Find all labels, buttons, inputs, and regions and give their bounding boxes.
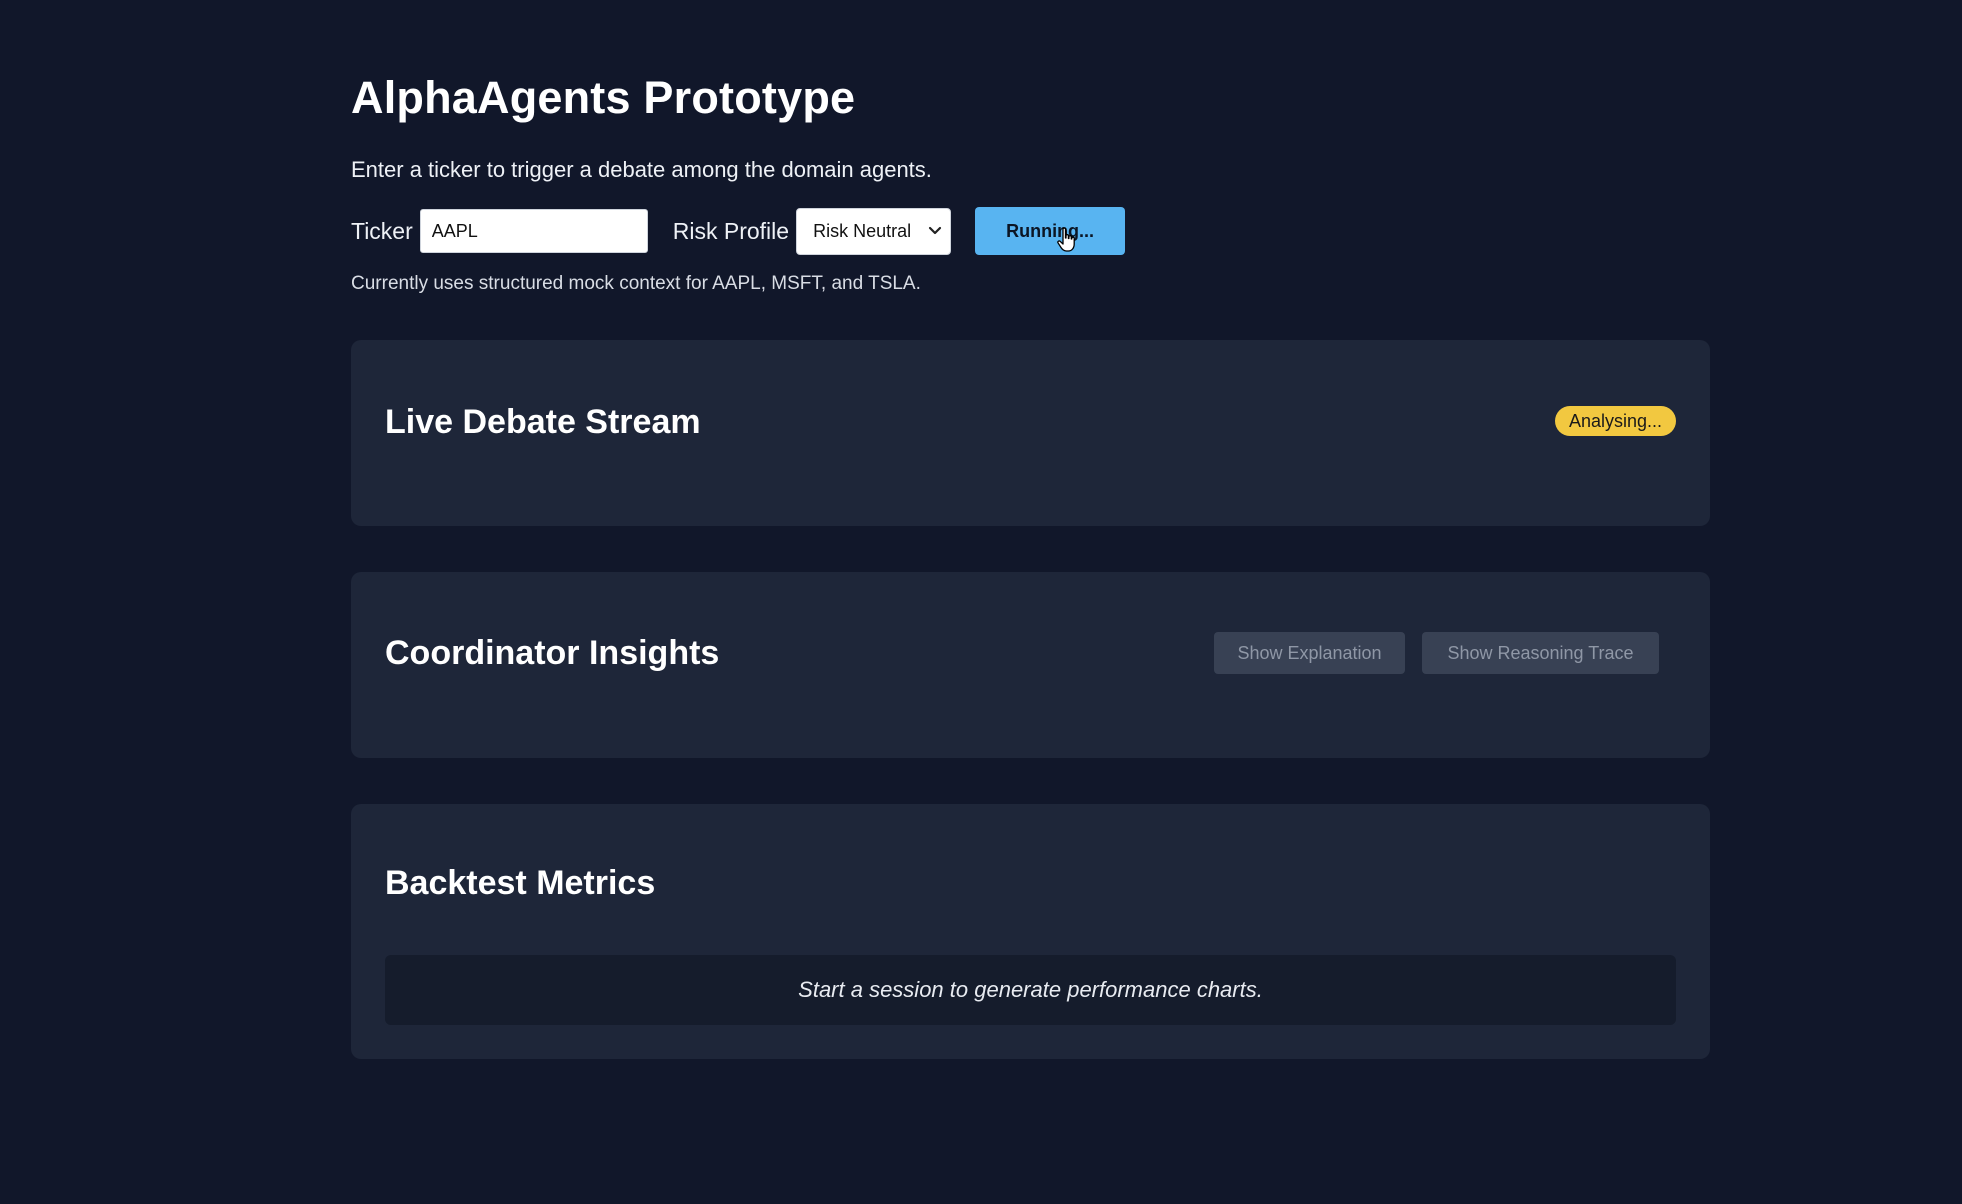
live-debate-panel: Live Debate Stream Analysing...	[351, 340, 1710, 526]
ticker-label: Ticker	[351, 217, 413, 244]
hand-pointer-icon	[1057, 227, 1075, 252]
risk-profile-selected-value: Risk Neutral	[813, 220, 912, 241]
app-page: AlphaAgents Prototype Enter a ticker to …	[0, 0, 1962, 1204]
page-title: AlphaAgents Prototype	[351, 72, 856, 123]
risk-profile-label: Risk Profile	[672, 217, 790, 244]
backtest-metrics-panel: Backtest Metrics Start a session to gene…	[351, 804, 1710, 1059]
run-button[interactable]: Running...	[975, 207, 1126, 255]
context-note: Currently uses structured mock context f…	[351, 273, 921, 294]
show-explanation-button[interactable]: Show Explanation	[1214, 632, 1405, 674]
ticker-input[interactable]	[419, 209, 648, 253]
backtest-empty-state: Start a session to generate performance …	[385, 955, 1676, 1025]
coordinator-insights-panel: Coordinator Insights Show Explanation Sh…	[351, 572, 1710, 758]
show-reasoning-trace-button[interactable]: Show Reasoning Trace	[1422, 632, 1659, 674]
live-debate-title: Live Debate Stream	[385, 403, 701, 441]
status-badge: Analysing...	[1554, 406, 1676, 436]
page-subtitle: Enter a ticker to trigger a debate among…	[351, 157, 932, 182]
chevron-down-icon	[928, 226, 942, 234]
risk-profile-select[interactable]: Risk Neutral	[796, 207, 952, 255]
backtest-metrics-title: Backtest Metrics	[385, 864, 656, 902]
controls-row: Ticker Risk Profile Risk Neutral Running…	[351, 206, 1126, 256]
coordinator-insights-title: Coordinator Insights	[385, 634, 720, 672]
run-button-label: Running...	[1006, 220, 1095, 241]
